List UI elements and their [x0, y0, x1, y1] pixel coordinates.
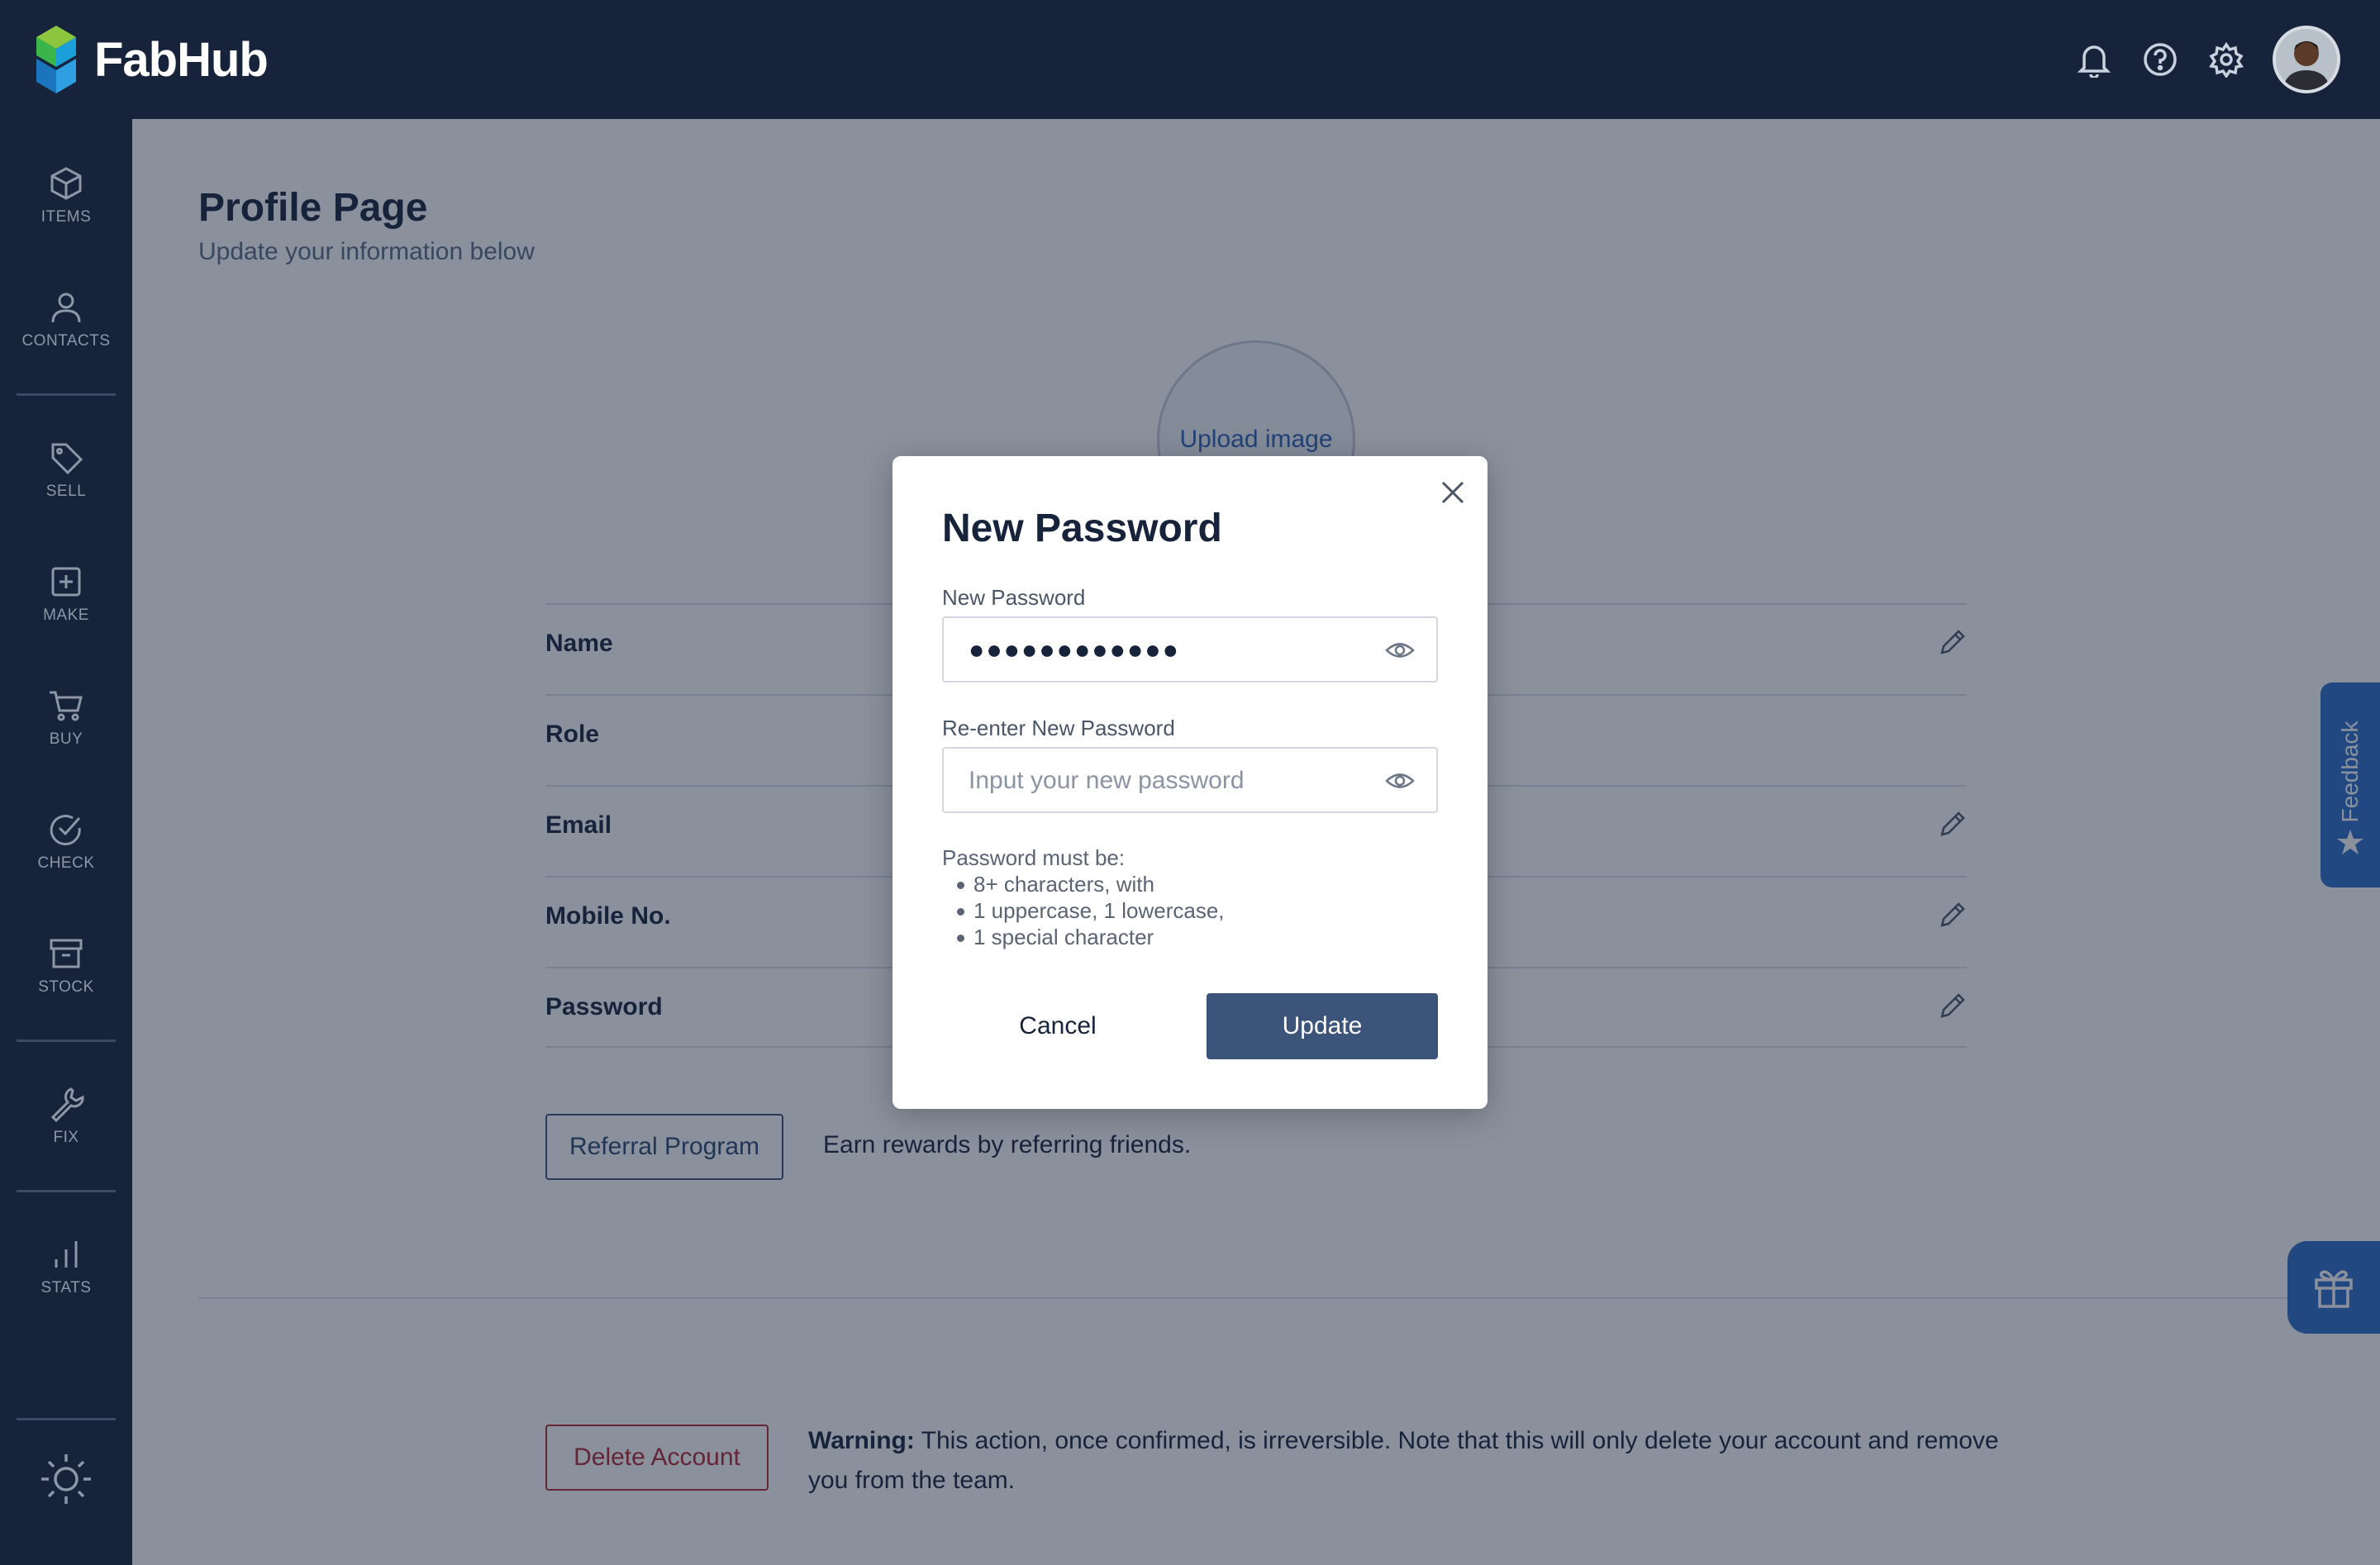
- plus-square-icon: [51, 567, 81, 597]
- help-icon[interactable]: [2140, 40, 2180, 79]
- sidebar-divider: [17, 1039, 116, 1042]
- sidebar-item-contacts[interactable]: CONTACTS: [0, 284, 132, 375]
- eye-icon[interactable]: [1385, 638, 1415, 663]
- person-icon: [51, 293, 81, 323]
- reenter-password-placeholder: Input your new password: [969, 767, 1245, 794]
- sidebar: ITEMS CONTACTS SELL MAKE BUY CHECK STOCK…: [0, 119, 132, 1565]
- top-bar: FabHub: [0, 0, 2380, 119]
- sidebar-item-stock[interactable]: STOCK: [0, 930, 132, 1021]
- sidebar-item-label: FIX: [53, 1129, 79, 1146]
- sidebar-item-stats[interactable]: STATS: [0, 1231, 132, 1322]
- update-button[interactable]: Update: [1207, 993, 1438, 1059]
- sidebar-item-buy[interactable]: BUY: [0, 683, 132, 773]
- cart-icon: [50, 691, 83, 721]
- new-password-modal: New Password New Password ●●●●●●●●●●●● R…: [892, 456, 1488, 1109]
- sidebar-item-check[interactable]: CHECK: [0, 806, 132, 897]
- sidebar-item-label: CONTACTS: [21, 332, 111, 350]
- sidebar-item-sell[interactable]: SELL: [0, 435, 132, 526]
- reenter-password-field[interactable]: Input your new password: [942, 747, 1438, 813]
- fabhub-logo-icon: [36, 26, 76, 93]
- archive-icon: [50, 939, 83, 968]
- bell-icon[interactable]: [2074, 40, 2114, 79]
- modal-title: New Password: [942, 507, 1222, 550]
- sidebar-item-label: STOCK: [38, 978, 94, 996]
- check-circle-icon: [50, 815, 81, 845]
- sun-icon: [41, 1454, 91, 1504]
- box-icon: [50, 167, 82, 200]
- sidebar-divider: [17, 1418, 116, 1420]
- sidebar-item-label: MAKE: [43, 606, 89, 624]
- rules-title: Password must be:: [942, 845, 1126, 870]
- user-avatar-icon: [2276, 29, 2337, 90]
- wrench-icon: [50, 1087, 84, 1122]
- app-name: FabHub: [94, 32, 269, 87]
- reenter-password-label: Re-enter New Password: [942, 716, 1175, 740]
- sidebar-item-items[interactable]: ITEMS: [0, 160, 132, 251]
- sidebar-item-label: STATS: [40, 1279, 92, 1296]
- rule-item: 1 uppercase, 1 lowercase,: [954, 897, 1225, 924]
- sidebar-item-label: SELL: [45, 483, 87, 500]
- theme-toggle[interactable]: [38, 1451, 94, 1507]
- close-icon: [1441, 481, 1464, 504]
- sidebar-item-label: BUY: [49, 730, 83, 748]
- cancel-button[interactable]: Cancel: [942, 993, 1173, 1059]
- avatar[interactable]: [2273, 26, 2340, 93]
- new-password-field[interactable]: ●●●●●●●●●●●●: [942, 616, 1438, 683]
- rule-item: 1 special character: [954, 924, 1225, 950]
- sidebar-item-label: ITEMS: [40, 208, 92, 226]
- app-logo[interactable]: FabHub: [36, 25, 269, 94]
- eye-icon[interactable]: [1385, 768, 1415, 793]
- bar-chart-icon: [55, 1241, 78, 1268]
- rule-item: 8+ characters, with: [954, 871, 1225, 897]
- new-password-value: ●●●●●●●●●●●●: [969, 635, 1180, 664]
- sidebar-divider: [17, 1190, 116, 1192]
- new-password-label: New Password: [942, 585, 1086, 610]
- sidebar-item-make[interactable]: MAKE: [0, 559, 132, 649]
- sidebar-item-fix[interactable]: FIX: [0, 1081, 132, 1172]
- sidebar-divider: [17, 393, 116, 396]
- tag-icon: [51, 443, 83, 475]
- gear-icon[interactable]: [2206, 40, 2246, 79]
- rules-list: 8+ characters, with 1 uppercase, 1 lower…: [954, 871, 1225, 950]
- password-rules: Password must be: 8+ characters, with 1 …: [942, 844, 1225, 950]
- close-button[interactable]: [1436, 476, 1469, 509]
- sidebar-item-label: CHECK: [37, 854, 95, 872]
- top-icons: [2074, 25, 2340, 94]
